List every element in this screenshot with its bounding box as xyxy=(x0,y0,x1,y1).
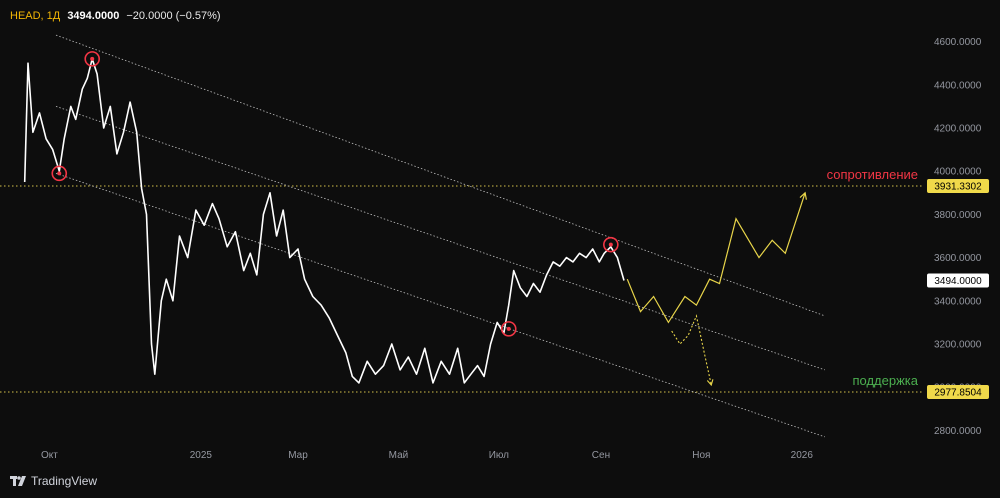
pivot-marker-dot xyxy=(90,56,95,61)
horizontal-levels: сопротивление поддержка xyxy=(0,167,922,393)
support-annotation: поддержка xyxy=(852,373,918,388)
symbol-legend[interactable]: HEAD, 1Д 3494.0000 −20.0000 (−0.57%) xyxy=(10,10,221,22)
y-tick-label: 2800.0000 xyxy=(934,426,982,437)
y-tick-label: 4400.0000 xyxy=(934,80,982,91)
y-tick-label: 3400.0000 xyxy=(934,296,982,307)
forecast-main-line xyxy=(626,192,806,324)
channel-lines xyxy=(55,34,825,438)
x-tick-label: 2026 xyxy=(791,450,814,461)
x-tick-label: Ноя xyxy=(692,450,710,461)
channel-line-3 xyxy=(55,172,825,438)
last-price-tag-label: 3494.0000 xyxy=(934,276,982,287)
x-tick-label: Окт xyxy=(41,450,58,461)
x-axis[interactable]: Окт 2025 Мар Май Июл Сен Ноя 2026 xyxy=(41,450,813,461)
channel-line-1 xyxy=(55,34,825,317)
resistance-price-tag-label: 3931.3302 xyxy=(934,182,982,193)
y-axis[interactable]: 2800.00003000.00003200.00003400.00003600… xyxy=(934,37,982,437)
last-price-value: 3494.0000 xyxy=(67,10,120,22)
channel-line-2 xyxy=(55,106,825,371)
price-chart[interactable]: сопротивлениеподдержка 2800.00003000.000… xyxy=(0,0,1000,498)
x-tick-label: Май xyxy=(389,450,409,461)
y-tick-label: 3200.0000 xyxy=(934,340,982,351)
resistance-annotation: сопротивление xyxy=(827,167,918,182)
y-tick-label: 4000.0000 xyxy=(934,167,982,178)
y-tick-label: 3600.0000 xyxy=(934,253,982,264)
support-price-tag-label: 2977.8504 xyxy=(934,387,982,398)
price-change-value: −20.0000 (−0.57%) xyxy=(126,10,221,22)
forecast-alt-line xyxy=(671,314,712,386)
price-line xyxy=(23,58,625,384)
brand-name: TradingView xyxy=(31,474,98,488)
x-tick-label: Июл xyxy=(489,450,509,461)
pivot-markers xyxy=(51,51,619,337)
x-tick-label: 2025 xyxy=(190,450,213,461)
pivot-marker-dot xyxy=(57,171,62,176)
x-tick-label: Сен xyxy=(592,450,610,461)
x-tick-label: Мар xyxy=(288,450,308,461)
symbol-label[interactable]: HEAD, 1Д xyxy=(10,10,60,22)
tradingview-brand[interactable]: TradingView xyxy=(10,474,97,488)
pivot-marker-dot xyxy=(506,326,511,331)
price-series xyxy=(23,58,807,387)
y-tick-label: 4600.0000 xyxy=(934,37,982,48)
pivot-marker-dot xyxy=(608,242,613,247)
y-tick-label: 3800.0000 xyxy=(934,210,982,221)
y-tick-label: 4200.0000 xyxy=(934,124,982,135)
tradingview-logo-icon xyxy=(10,476,26,486)
